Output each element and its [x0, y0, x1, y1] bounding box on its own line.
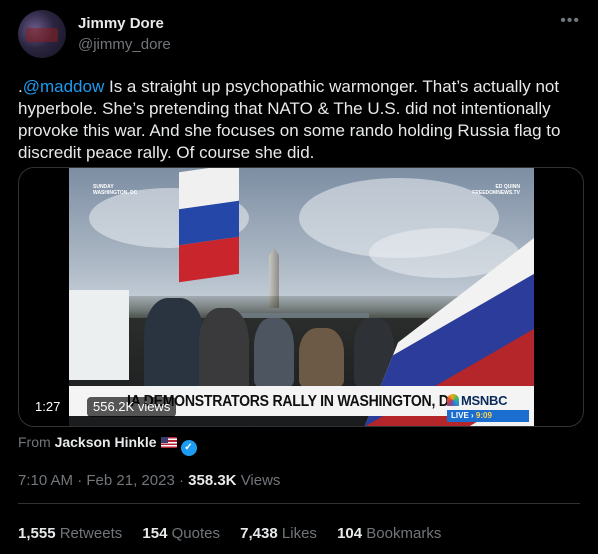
peacock-icon — [447, 394, 459, 406]
person — [299, 328, 344, 388]
mention-link[interactable]: @maddow — [23, 77, 105, 96]
tweet-time[interactable]: 7:10 AM — [18, 472, 73, 489]
tweet-text: .@maddow Is a straight up psychopathic w… — [18, 76, 580, 164]
tweet-header: Jimmy Dore @jimmy_dore ••• — [18, 10, 580, 62]
attribution: From Jackson Hinkle ✓ — [18, 434, 197, 456]
bookmarks-stat[interactable]: 104 Bookmarks — [337, 525, 441, 542]
source-account-link[interactable]: Jackson Hinkle — [55, 434, 157, 450]
us-flag-icon — [160, 437, 177, 448]
verified-badge-icon[interactable]: ✓ — [180, 440, 197, 456]
source-tag: ED QUINN FREEDOMNEWS.TV — [472, 184, 520, 196]
video-frame[interactable]: SUNDAY WASHINGTON, DC ED QUINN FREEDOMNE… — [69, 168, 534, 426]
author-handle[interactable]: @jimmy_dore — [78, 36, 171, 53]
engagement-stats: 1,555 Retweets 154 Quotes 7,438 Likes 10… — [18, 525, 457, 542]
network-logo: MSNBC — [447, 392, 527, 410]
retweets-stat[interactable]: 1,555 Retweets — [18, 525, 122, 542]
avatar[interactable] — [18, 10, 66, 58]
video-views: 556.2K views — [87, 397, 177, 417]
russia-flag — [179, 168, 239, 283]
person — [199, 308, 249, 393]
white-banner — [69, 290, 129, 380]
live-indicator: LIVE › 9:09 — [447, 410, 529, 422]
chyron-text: IA DEMONSTRATORS RALLY IN WASHINGTON, DC — [127, 393, 459, 410]
author-name[interactable]: Jimmy Dore — [78, 15, 164, 32]
views-count: 358.3K — [188, 472, 237, 489]
location-tag: SUNDAY WASHINGTON, DC — [93, 184, 138, 196]
person — [254, 318, 294, 388]
video-player[interactable]: SUNDAY WASHINGTON, DC ED QUINN FREEDOMNE… — [18, 167, 584, 427]
views-label: Views — [240, 472, 281, 489]
tweet-date[interactable]: Feb 21, 2023 — [86, 472, 174, 489]
tweet-meta: 7:10 AM · Feb 21, 2023 · 358.3K Views — [18, 472, 281, 489]
video-duration: 1:27 — [29, 397, 67, 417]
quotes-stat[interactable]: 154 Quotes — [142, 525, 220, 542]
divider — [18, 503, 580, 504]
ellipsis-icon[interactable]: ••• — [560, 12, 580, 30]
likes-stat[interactable]: 7,438 Likes — [240, 525, 317, 542]
person — [144, 298, 204, 393]
